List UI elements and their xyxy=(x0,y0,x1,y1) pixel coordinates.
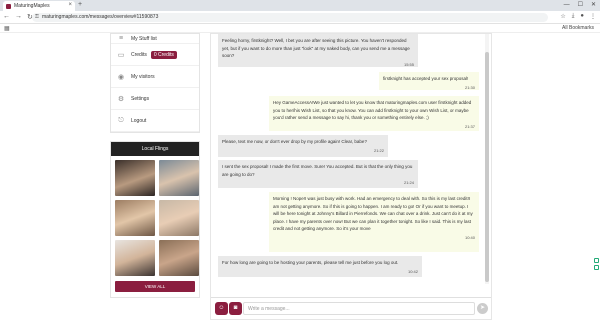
maximize-icon[interactable]: ☐ xyxy=(578,0,583,10)
gear-icon: ⚙ xyxy=(117,95,125,103)
browser-tab[interactable]: MaturingMaples × xyxy=(3,1,75,11)
sidebar-item-stuff-list[interactable]: ≡ My Stuff list xyxy=(111,34,199,44)
sidebar-item-visitors[interactable]: ◉ My visitors xyxy=(111,66,199,88)
browser-tab-strip: MaturingMaples × + — ☐ ✕ xyxy=(0,0,600,11)
side-widget xyxy=(594,258,600,278)
message-text: Feeling horny, firstknight? Well, I bet … xyxy=(222,38,410,58)
message-outgoing: Morning ! Nope!I was just busy with work… xyxy=(269,192,479,252)
eye-icon: ◉ xyxy=(117,73,125,81)
message-text: firstknight has accepted your sex propos… xyxy=(383,76,469,81)
address-bar-row: ← → ↻ ⚿ maturingmaples.com/messages/over… xyxy=(0,11,600,24)
tab-title: MaturingMaples xyxy=(14,3,50,9)
flings-photo-grid xyxy=(111,156,199,276)
message-composer: ☺ ◙ Write a message... ➤ xyxy=(211,297,491,319)
new-tab-icon[interactable]: + xyxy=(78,1,82,8)
profile-icon[interactable]: ● xyxy=(580,13,584,20)
message-time: 21:37 xyxy=(464,123,475,129)
sidebar-item-settings[interactable]: ⚙ Settings xyxy=(111,88,199,110)
message-outgoing: firstknight has accepted your sex propos… xyxy=(379,72,479,90)
message-input[interactable]: Write a message... xyxy=(243,302,475,315)
profile-photo[interactable] xyxy=(159,160,199,196)
profile-photo[interactable] xyxy=(115,200,155,236)
profile-photo[interactable] xyxy=(159,240,199,276)
side-widget-icon[interactable] xyxy=(594,258,599,263)
page: ≡ My Stuff list ▭ Credits 0 Credits ◉ My… xyxy=(0,33,600,320)
close-tab-icon[interactable]: × xyxy=(68,2,72,8)
sidebar-item-label: Logout xyxy=(131,117,147,124)
emoji-button[interactable]: ☺ xyxy=(215,302,228,315)
message-incoming: For how long are going to be hosting you… xyxy=(218,256,422,277)
url-text: maturingmaples.com/messages/overview#115… xyxy=(42,14,159,20)
view-all-button[interactable]: VIEW ALL xyxy=(115,281,195,292)
message-time: 21:22 xyxy=(373,147,384,153)
message-text: Hey GameAccessA!We just wanted to let yo… xyxy=(273,100,472,120)
sidebar-item-label: My visitors xyxy=(131,73,155,80)
minimize-icon[interactable]: — xyxy=(564,0,570,10)
message-incoming: Feeling horny, firstknight? Well, I bet … xyxy=(218,34,418,67)
message-time: 21:24 xyxy=(403,180,414,185)
logout-icon: ⎋ xyxy=(118,116,124,124)
bookmarks-bar: ▦ All Bookmarks xyxy=(0,24,600,33)
profile-photo[interactable] xyxy=(159,200,199,236)
toolbar-icons: ☆ ⤓ ● ⋮ xyxy=(560,13,596,20)
all-bookmarks[interactable]: All Bookmarks xyxy=(562,25,594,31)
site-favicon-icon xyxy=(6,3,11,9)
message-text: I sent the sex proposal! I made the firs… xyxy=(222,164,413,177)
lock-icon: ⚿ xyxy=(35,14,39,20)
list-icon: ≡ xyxy=(118,35,124,42)
chat-scrollbar[interactable] xyxy=(485,34,489,284)
url-field[interactable]: ⚿ maturingmaples.com/messages/overview#1… xyxy=(32,13,548,22)
sidebar-menu: ≡ My Stuff list ▭ Credits 0 Credits ◉ My… xyxy=(110,33,200,133)
message-text: Please, text me now, or don't ever drop … xyxy=(222,139,367,144)
credits-badge: 0 Credits xyxy=(150,50,177,59)
message-time: 15:55 xyxy=(403,61,414,67)
nav-buttons: ← → ↻ xyxy=(3,13,33,21)
message-text: Morning ! Nope!I was just busy with work… xyxy=(273,196,473,231)
star-icon[interactable]: ☆ xyxy=(560,13,565,20)
send-button[interactable]: ➤ xyxy=(477,303,488,314)
chat-panel: Feeling horny, firstknight? Well, I bet … xyxy=(210,33,492,320)
local-flings-title: Local Flings xyxy=(111,142,199,156)
message-time: 21:30 xyxy=(464,84,475,90)
profile-photo[interactable] xyxy=(115,160,155,196)
sidebar: ≡ My Stuff list ▭ Credits 0 Credits ◉ My… xyxy=(110,33,200,298)
sidebar-item-credits[interactable]: ▭ Credits 0 Credits xyxy=(111,44,199,66)
sidebar-item-logout[interactable]: ⎋ Logout xyxy=(111,110,199,132)
profile-photo[interactable] xyxy=(115,240,155,276)
apps-grid-icon[interactable]: ▦ xyxy=(4,25,10,32)
sidebar-item-label: Credits xyxy=(131,51,147,58)
download-icon[interactable]: ⤓ xyxy=(572,13,575,20)
side-widget-icon[interactable] xyxy=(594,265,599,270)
message-outgoing: Hey GameAccessA!We just wanted to let yo… xyxy=(269,96,479,131)
message-time: 10:42 xyxy=(407,268,418,274)
local-flings-panel: Local Flings VIEW ALL xyxy=(110,141,200,298)
sidebar-item-label: Settings xyxy=(131,95,150,102)
scrollbar-thumb[interactable] xyxy=(485,52,489,282)
window-controls: — ☐ ✕ xyxy=(564,0,596,10)
camera-button[interactable]: ◙ xyxy=(229,302,242,315)
sidebar-item-label: My Stuff list xyxy=(131,35,157,42)
menu-icon[interactable]: ⋮ xyxy=(590,13,596,20)
credits-icon: ▭ xyxy=(117,51,125,59)
back-icon[interactable]: ← xyxy=(3,13,10,21)
message-time: 10:40 xyxy=(464,234,475,240)
message-incoming: I sent the sex proposal! I made the firs… xyxy=(218,160,418,188)
message-text: For how long are going to be hosting you… xyxy=(222,260,399,265)
forward-icon[interactable]: → xyxy=(15,13,22,21)
message-incoming: Please, text me now, or don't ever drop … xyxy=(218,135,388,157)
close-window-icon[interactable]: ✕ xyxy=(591,0,596,10)
